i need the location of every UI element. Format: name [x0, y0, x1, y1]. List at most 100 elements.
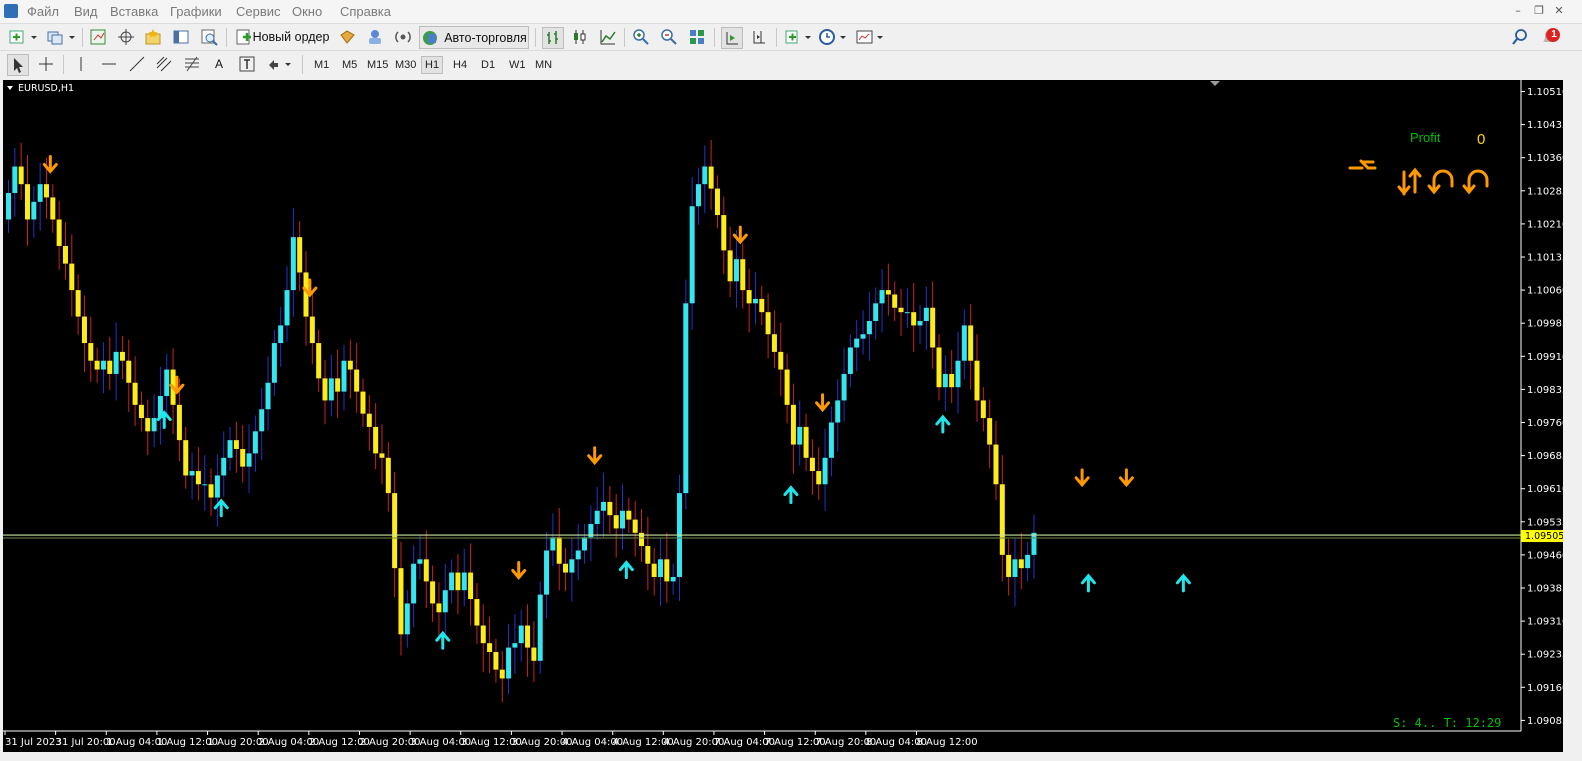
candle-body — [645, 546, 651, 564]
profiles-button[interactable] — [44, 27, 78, 47]
text-label-button[interactable] — [237, 54, 257, 74]
clock-icon — [819, 29, 846, 45]
signals-button[interactable] — [365, 27, 385, 47]
search-button[interactable] — [1510, 27, 1530, 47]
terminal-button[interactable] — [171, 27, 191, 47]
bar-chart-button[interactable] — [542, 27, 564, 49]
terminal-icon — [173, 30, 189, 44]
candle-body — [664, 559, 670, 582]
price-tick-label: 1.10360 — [1527, 153, 1563, 164]
indicators-button[interactable] — [783, 27, 815, 47]
menu-view[interactable]: Вид — [74, 4, 98, 19]
timeframe-m30[interactable]: M30 — [392, 57, 419, 73]
navigator-button[interactable] — [143, 27, 163, 47]
fibonacci-button[interactable] — [182, 54, 202, 74]
price-tick-label: 1.09535 — [1527, 517, 1563, 528]
candle-body — [594, 510, 600, 525]
vertical-line-button[interactable] — [71, 54, 91, 74]
vps-button[interactable] — [393, 27, 413, 47]
profit-value: 0 — [1477, 131, 1485, 148]
timeframe-m15[interactable]: M15 — [364, 57, 391, 73]
market-watch-button[interactable] — [88, 27, 108, 47]
tile-windows-button[interactable] — [687, 27, 707, 47]
candle-body — [955, 360, 961, 388]
new-chart-button[interactable] — [6, 27, 40, 47]
restore-icon[interactable]: ❐ — [1531, 3, 1547, 19]
timeframe-w1[interactable]: W1 — [506, 57, 529, 73]
bar-chart-icon — [547, 31, 558, 44]
crosshair-button[interactable] — [36, 54, 56, 74]
price-tick-label: 1.09235 — [1527, 650, 1563, 661]
candle-body — [942, 373, 948, 388]
crosshair-icon — [39, 57, 53, 71]
cursor-button[interactable] — [7, 54, 29, 76]
notifications-button[interactable]: 1 — [1538, 27, 1562, 47]
chart-shift-button[interactable] — [749, 27, 769, 47]
fibonacci-icon — [185, 56, 199, 72]
candle-body — [1031, 532, 1037, 555]
timeframe-h4[interactable]: H4 — [450, 57, 470, 73]
price-tick-label: 1.10510 — [1527, 87, 1563, 98]
price-chart[interactable]: 1.09505 1.10510 1.10435 1.10360 1.10285 1.10… — [3, 80, 1563, 752]
candle-body — [297, 237, 303, 273]
candle-body — [961, 325, 967, 361]
timeframe-m1[interactable]: M1 — [311, 57, 332, 73]
candle-body — [917, 320, 923, 326]
candle-body — [670, 576, 676, 582]
price-tick-label: 1.10210 — [1527, 219, 1563, 230]
candle-body — [809, 457, 815, 472]
candle-body — [847, 347, 853, 374]
chart-area[interactable] — [3, 80, 1521, 731]
close-icon[interactable]: ✕ — [1551, 3, 1567, 19]
timeframe-m5[interactable]: M5 — [339, 57, 360, 73]
arrows-icon — [269, 60, 291, 70]
menu-insert[interactable]: Вставка — [110, 4, 158, 19]
candle-body — [75, 290, 81, 317]
strategy-tester-button[interactable] — [199, 27, 219, 47]
data-window-button[interactable] — [116, 27, 136, 47]
menu-file[interactable]: Файл — [27, 4, 59, 19]
candle-body — [1025, 554, 1031, 569]
text-button[interactable]: A — [209, 54, 229, 74]
candle-body — [708, 166, 714, 189]
new-order-icon — [236, 29, 251, 45]
new-order-button[interactable]: Новый ордер — [233, 27, 331, 47]
market-button[interactable] — [337, 27, 357, 47]
toolbar-separator — [82, 28, 83, 47]
zoom-in-button[interactable] — [631, 27, 651, 47]
timeframe-d1[interactable]: D1 — [478, 57, 498, 73]
trendline-button[interactable] — [127, 54, 147, 74]
autotrading-button[interactable]: Авто-торговля — [419, 26, 529, 49]
line-chart-button[interactable] — [598, 27, 618, 47]
candle-body — [790, 404, 796, 445]
new-order-label: Новый ордер — [252, 30, 330, 44]
templates-button[interactable] — [855, 27, 887, 47]
candle-body — [126, 360, 132, 383]
menu-tools[interactable]: Сервис — [236, 4, 281, 19]
horizontal-line-button[interactable] — [99, 54, 119, 74]
timeframe-h1[interactable]: H1 — [421, 56, 444, 74]
indicators-icon — [785, 30, 811, 44]
auto-scroll-icon — [726, 32, 738, 45]
candle-body — [657, 559, 663, 577]
menu-window[interactable]: Окно — [292, 4, 322, 19]
candle-body — [797, 426, 803, 445]
timeframe-mn[interactable]: MN — [532, 57, 555, 73]
minimize-icon[interactable]: – — [1510, 3, 1526, 19]
zoom-out-button[interactable] — [659, 27, 679, 47]
symbol-label: EURUSD,H1 — [18, 83, 74, 94]
candle-body — [607, 501, 613, 516]
candle-body — [81, 316, 87, 344]
market-bag-icon — [340, 30, 355, 44]
candle-body — [512, 643, 518, 648]
arrows-button[interactable] — [265, 54, 295, 74]
equidistant-channel-button[interactable] — [154, 54, 174, 74]
candlestick-chart-button[interactable] — [570, 27, 590, 47]
candle-body — [322, 378, 328, 401]
periods-button[interactable] — [818, 27, 850, 47]
candle-body — [974, 360, 980, 401]
price-tick-label: 1.09835 — [1527, 385, 1563, 396]
menu-charts[interactable]: Графики — [170, 4, 222, 19]
menu-help[interactable]: Справка — [340, 4, 391, 19]
auto-scroll-button[interactable] — [721, 27, 743, 49]
